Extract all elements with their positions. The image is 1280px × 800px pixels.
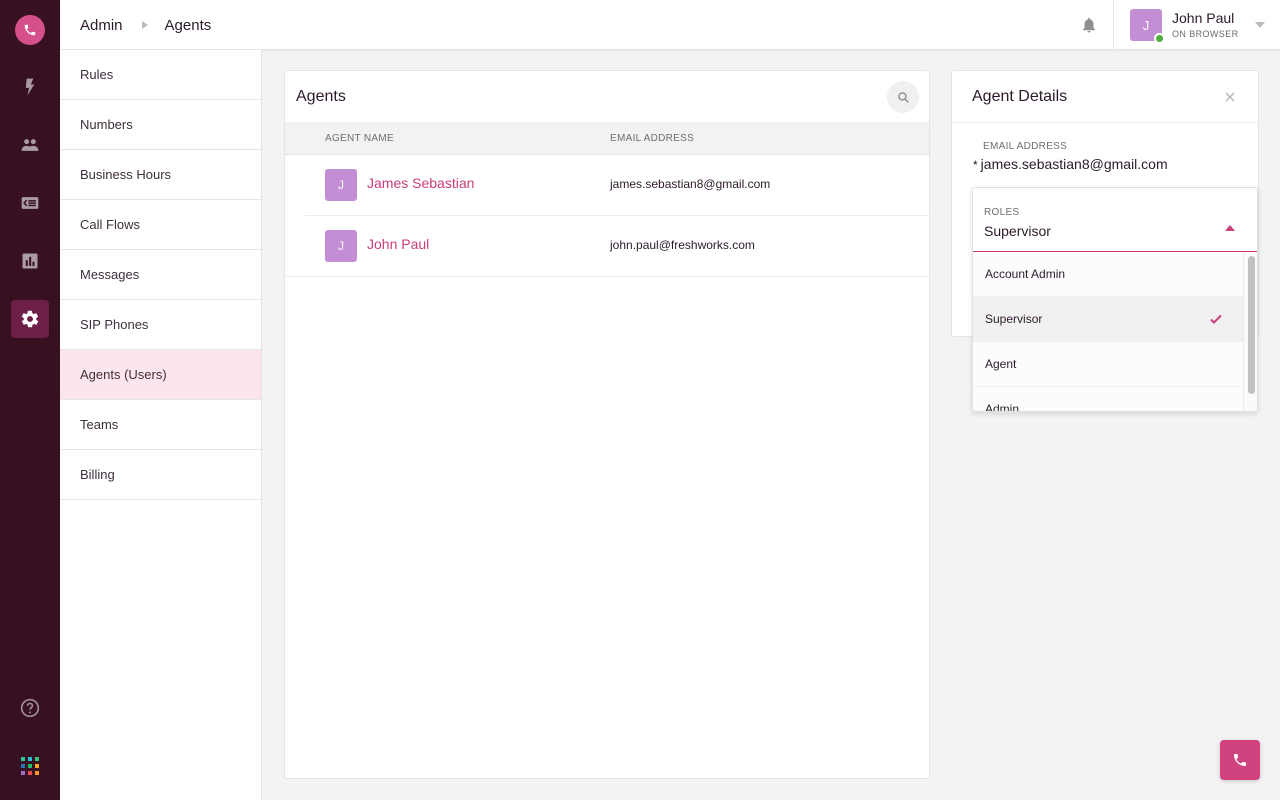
contacts-icon [21,139,39,151]
rail-item-admin[interactable] [11,300,49,338]
agents-panel: Agents AGENT NAME EMAIL ADDRESS J James … [284,70,930,779]
rail-item-call-logs[interactable] [11,184,49,222]
agent-avatar: J [325,169,357,201]
close-icon [1225,92,1235,102]
subnav-item-numbers[interactable]: Numbers [60,100,261,150]
help-button[interactable] [11,689,49,727]
header-divider [1113,0,1114,50]
agent-row[interactable]: J John Paul john.paul@freshworks.com [285,216,929,277]
app-switcher-button[interactable] [11,747,49,785]
subnav-item-label: Business Hours [80,167,172,182]
breadcrumb-separator-icon [141,21,148,29]
call-button[interactable] [1220,740,1260,780]
subnav-item-label: Call Flows [80,217,140,232]
roles-dropdown[interactable]: ROLES Supervisor Account Admin Superviso… [972,187,1258,412]
roles-scrollbar-thumb[interactable] [1248,256,1255,394]
gear-icon [21,310,39,328]
app-logo[interactable] [15,15,45,45]
column-header-agent-name[interactable]: AGENT NAME [325,122,394,155]
subnav-item-billing[interactable]: Billing [60,450,261,500]
required-marker: * [973,158,978,172]
rail-item-reports[interactable] [11,242,49,280]
subnav-item-agents-users[interactable]: Agents (Users) [60,350,261,400]
user-avatar-initial: J [1142,17,1150,33]
subnav-item-label: Messages [80,267,140,282]
agents-table-header: AGENT NAME EMAIL ADDRESS [285,122,929,155]
email-value-text: james.sebastian8@gmail.com [980,156,1168,172]
caret-up-icon[interactable] [1225,225,1235,231]
role-option-account-admin[interactable]: Account Admin [973,252,1243,297]
column-header-email[interactable]: EMAIL ADDRESS [610,122,694,155]
agent-avatar: J [325,230,357,262]
role-option-label: Agent [985,357,1017,371]
lightning-icon [25,78,35,96]
agent-name-link[interactable]: John Paul [367,236,429,252]
top-header: Admin Agents J John Paul ON BROWSER [60,0,1280,50]
subnav-item-messages[interactable]: Messages [60,250,261,300]
agent-details-title: Agent Details [972,88,1068,105]
subnav-item-business-hours[interactable]: Business Hours [60,150,261,200]
phone-icon [24,24,36,36]
agent-email: james.sebastian8@gmail.com [610,177,771,191]
subnav-item-label: Agents (Users) [80,367,167,382]
role-option-label: Supervisor [985,312,1043,326]
user-menu[interactable]: J John Paul ON BROWSER [1130,9,1239,44]
notifications-button[interactable] [1080,15,1098,35]
user-name: John Paul [1172,10,1235,26]
phone-icon [1234,754,1246,766]
user-menu-caret-icon[interactable] [1255,22,1265,28]
rail-item-contacts[interactable] [11,126,49,164]
subnav-item-label: Billing [80,467,115,482]
online-status-dot [1154,33,1165,44]
subnav-item-label: SIP Phones [80,317,149,332]
breadcrumb: Admin Agents [80,0,211,50]
user-avatar: J [1130,9,1165,44]
role-option-label: Admin [985,402,1020,412]
bell-icon [1083,17,1095,33]
role-option-label: Account Admin [985,267,1066,281]
roles-select[interactable]: ROLES Supervisor [973,188,1257,252]
roles-scrollbar[interactable] [1243,252,1257,411]
subnav-item-call-flows[interactable]: Call Flows [60,200,261,250]
app-rail [0,0,60,800]
subnav-item-teams[interactable]: Teams [60,400,261,450]
close-button[interactable] [1222,89,1238,105]
search-button[interactable] [887,81,919,113]
subnav-item-label: Numbers [80,117,133,132]
subnav-item-label: Teams [80,417,119,432]
breadcrumb-admin[interactable]: Admin [80,17,123,34]
subnav-item-rules[interactable]: Rules [60,50,261,100]
subnav-item-sip-phones[interactable]: SIP Phones [60,300,261,350]
call-log-icon [21,197,39,209]
roles-selected-value: Supervisor [984,223,1051,239]
email-field-label: EMAIL ADDRESS [983,141,1068,152]
subnav-item-label: Rules [80,67,114,82]
help-icon [20,698,40,718]
agent-name-link[interactable]: James Sebastian [367,175,474,191]
agents-panel-title: Agents [296,88,346,105]
search-icon [897,91,909,103]
reports-icon [22,253,38,269]
role-option-agent[interactable]: Agent [973,342,1243,387]
email-field-value: * james.sebastian8@gmail.com [973,156,1168,172]
rail-item-dashboard[interactable] [11,68,49,106]
app-switcher-icon [21,757,39,775]
user-status: ON BROWSER [1172,29,1239,39]
role-option-admin[interactable]: Admin [973,387,1243,412]
admin-subnav: Rules Numbers Business Hours Call Flows … [60,50,262,800]
checkmark-icon [1210,314,1222,324]
breadcrumb-agents: Agents [164,16,212,34]
roles-label: ROLES [984,207,1020,218]
agent-row[interactable]: J James Sebastian james.sebastian8@gmail… [305,155,929,216]
agent-email: john.paul@freshworks.com [610,238,755,252]
role-option-supervisor[interactable]: Supervisor [973,297,1243,342]
details-divider [952,122,1258,123]
roles-options-list: Account Admin Supervisor Agent Admin [973,252,1243,412]
